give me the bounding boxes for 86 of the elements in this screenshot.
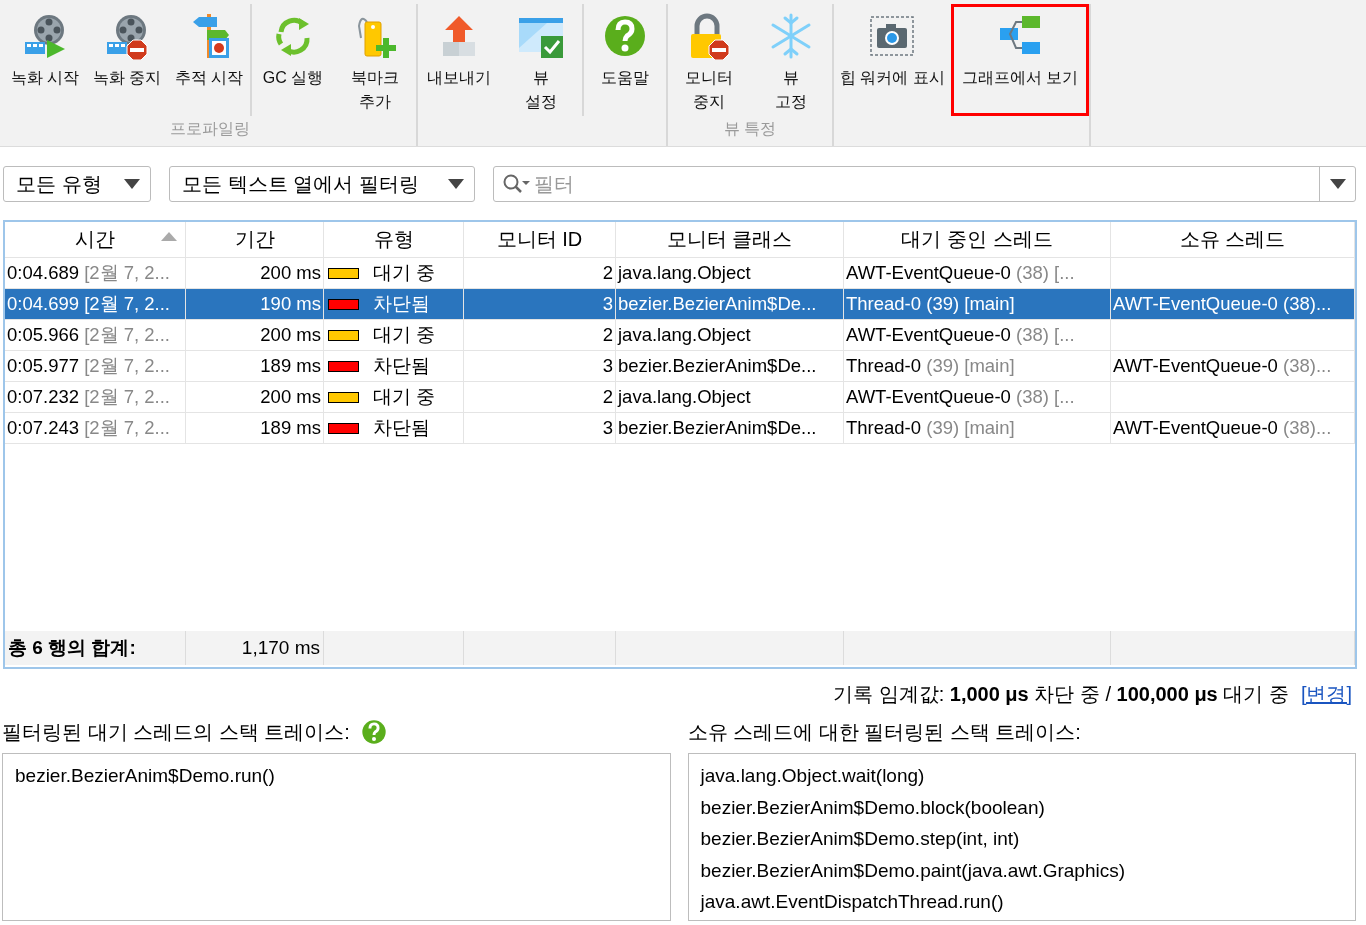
column-header[interactable]: 모니터 클래스 [616,222,844,257]
panel-title: 필터링된 대기 스레드의 스택 트레이스: [2,719,350,745]
toolbar-button[interactable]: 내보내기 [418,4,500,116]
type-dropdown[interactable]: 모든 유형 [3,166,151,202]
threshold-text: 기록 임계값: 1,000 μs 차단 중 / 100,000 μs 대기 중 [833,681,1289,707]
table-cell: 0:05.966 [2월 7, 2... [5,320,186,350]
table-cell: AWT-EventQueue-0 (38)... [1111,289,1355,319]
table-cell: 189 ms [186,413,324,443]
change-link[interactable]: [변경] [1300,680,1352,708]
column-header[interactable]: 기간 [186,222,324,257]
table-cell: AWT-EventQueue-0 (38) [... [844,320,1111,350]
stack-frame[interactable]: java.lang.Object.wait(long) [700,760,1343,792]
toolbar-button[interactable]: 그래프에서 보기 [950,4,1090,116]
caret-icon [124,179,140,189]
table-cell: Thread-0 (39) [main] [844,413,1111,443]
column-header[interactable]: 시간 [5,222,186,257]
table-cell: 3 [464,413,616,443]
stack-frame[interactable]: bezier.BezierAnim$Demo.run() [15,760,658,792]
table-cell: java.lang.Object [616,258,844,288]
table-cell: AWT-EventQueue-0 (38)... [1111,351,1355,381]
type-label: 대기 중 [373,324,436,345]
type-label: 대기 중 [373,386,436,407]
table-cell: AWT-EventQueue-0 (38)... [1111,413,1355,443]
toolbar-button[interactable]: 녹화 중지 [86,4,168,116]
table-row[interactable]: 0:05.966 [2월 7, 2... 200 ms 대기 중 2 java.lang.Object AWT-EventQueue-0 (38) [... [5,320,1355,351]
column-filter-dropdown[interactable]: 모든 텍스트 열에서 필터링 [169,166,475,202]
toolbar-button[interactable]: 녹화 시작 [4,4,86,116]
table-cell: 200 ms [186,382,324,412]
toolbar-button[interactable]: 뷰 설정 [500,4,582,116]
table-cell: 190 ms [186,289,324,319]
table-cell: java.lang.Object [616,382,844,412]
toolbar-button[interactable]: 힙 워커에 표시 [834,4,951,116]
table-cell: AWT-EventQueue-0 (38) [... [844,382,1111,412]
stack-frame[interactable]: bezier.BezierAnim$Demo.paint(java.awt.Graphics) [700,854,1343,886]
table-row[interactable]: 0:07.232 [2월 7, 2... 200 ms 대기 중 2 java.lang.Object AWT-EventQueue-0 (38) [... [5,382,1355,413]
toolbar-button[interactable]: 도움말 [584,4,666,116]
table-cell: Thread-0 (39) [main] [844,351,1111,381]
type-label: 차단됨 [373,355,430,376]
group-label: 뷰 특정 [723,120,777,137]
caret-icon [1329,179,1346,189]
column-header[interactable]: 대기 중인 스레드 [844,222,1111,257]
table-cell: 3 [464,351,616,381]
table-cell: Thread-0 (39) [main] [844,289,1111,319]
table-cell: 2 [464,320,616,350]
caret-icon [448,179,464,189]
toolbar-button[interactable]: GC 실행 [252,4,334,116]
toolbar-button[interactable]: 뷰 고정 [750,4,832,116]
table-cell: 200 ms [186,320,324,350]
table-cell: bezier.BezierAnim$De... [616,351,844,381]
totals-label: 총 6 행의 합계: [5,631,186,665]
table-cell: AWT-EventQueue-0 (38) [... [844,258,1111,288]
toolbar-button[interactable]: 추적 시작 [168,4,250,116]
toolbar-button[interactable]: 북마크 추가 [334,4,416,116]
table-cell: 0:07.243 [2월 7, 2... [5,413,186,443]
table-cell: 2 [464,258,616,288]
type-label: 차단됨 [373,293,430,314]
table-row[interactable]: 0:04.699 [2월 7, 2... 190 ms 차단됨 3 bezier.BezierAnim$De... Thread-0 (39) [main] AWT-EventQueue-0 (38)... [5,289,1355,320]
toolbar-button[interactable]: 모니터 중지 [668,4,750,116]
table-cell: bezier.BezierAnim$De... [616,413,844,443]
type-label: 차단됨 [373,417,430,438]
column-header[interactable]: 모니터 ID [464,222,616,257]
column-header[interactable]: 유형 [324,222,464,257]
sort-ascending-icon [161,232,177,241]
totals-value: 1,170 ms [186,631,324,665]
table-cell: 200 ms [186,258,324,288]
table-cell: bezier.BezierAnim$De... [616,289,844,319]
table-cell: 0:04.689 [2월 7, 2... [5,258,186,288]
stack-frame[interactable]: bezier.BezierAnim$Demo.step(int, int) [700,823,1343,855]
dropdown-value: 모든 유형 [16,171,102,197]
panel-title: 소유 스레드에 대한 필터링된 스택 트레이스: [687,719,1081,745]
dropdown-value: 모든 텍스트 열에서 필터링 [182,171,419,197]
column-header[interactable]: 소유 스레드 [1111,222,1355,257]
table-row[interactable]: 0:07.243 [2월 7, 2... 189 ms 차단됨 3 bezier.BezierAnim$De... Thread-0 (39) [main] AWT-EventQueue-0 (38)... [5,413,1355,444]
table-cell: 0:07.232 [2월 7, 2... [5,382,186,412]
table-cell: 189 ms [186,351,324,381]
stack-frame[interactable]: java.awt.EventDispatchThread.run() [700,886,1343,918]
table-cell: 2 [464,382,616,412]
table-cell: java.lang.Object [616,320,844,350]
table-row[interactable]: 0:05.977 [2월 7, 2... 189 ms 차단됨 3 bezier.BezierAnim$De... Thread-0 (39) [main] AWT-EventQueue-0 (38)... [5,351,1355,382]
table-cell: 3 [464,289,616,319]
search-icon [502,173,530,195]
stack-frame[interactable]: bezier.BezierAnim$Demo.block(boolean) [700,791,1343,823]
type-label: 대기 중 [373,262,436,283]
table-cell: 0:04.699 [2월 7, 2... [5,289,186,319]
table-cell: 0:05.977 [2월 7, 2... [5,351,186,381]
group-label: 프로파일링 [170,120,250,137]
